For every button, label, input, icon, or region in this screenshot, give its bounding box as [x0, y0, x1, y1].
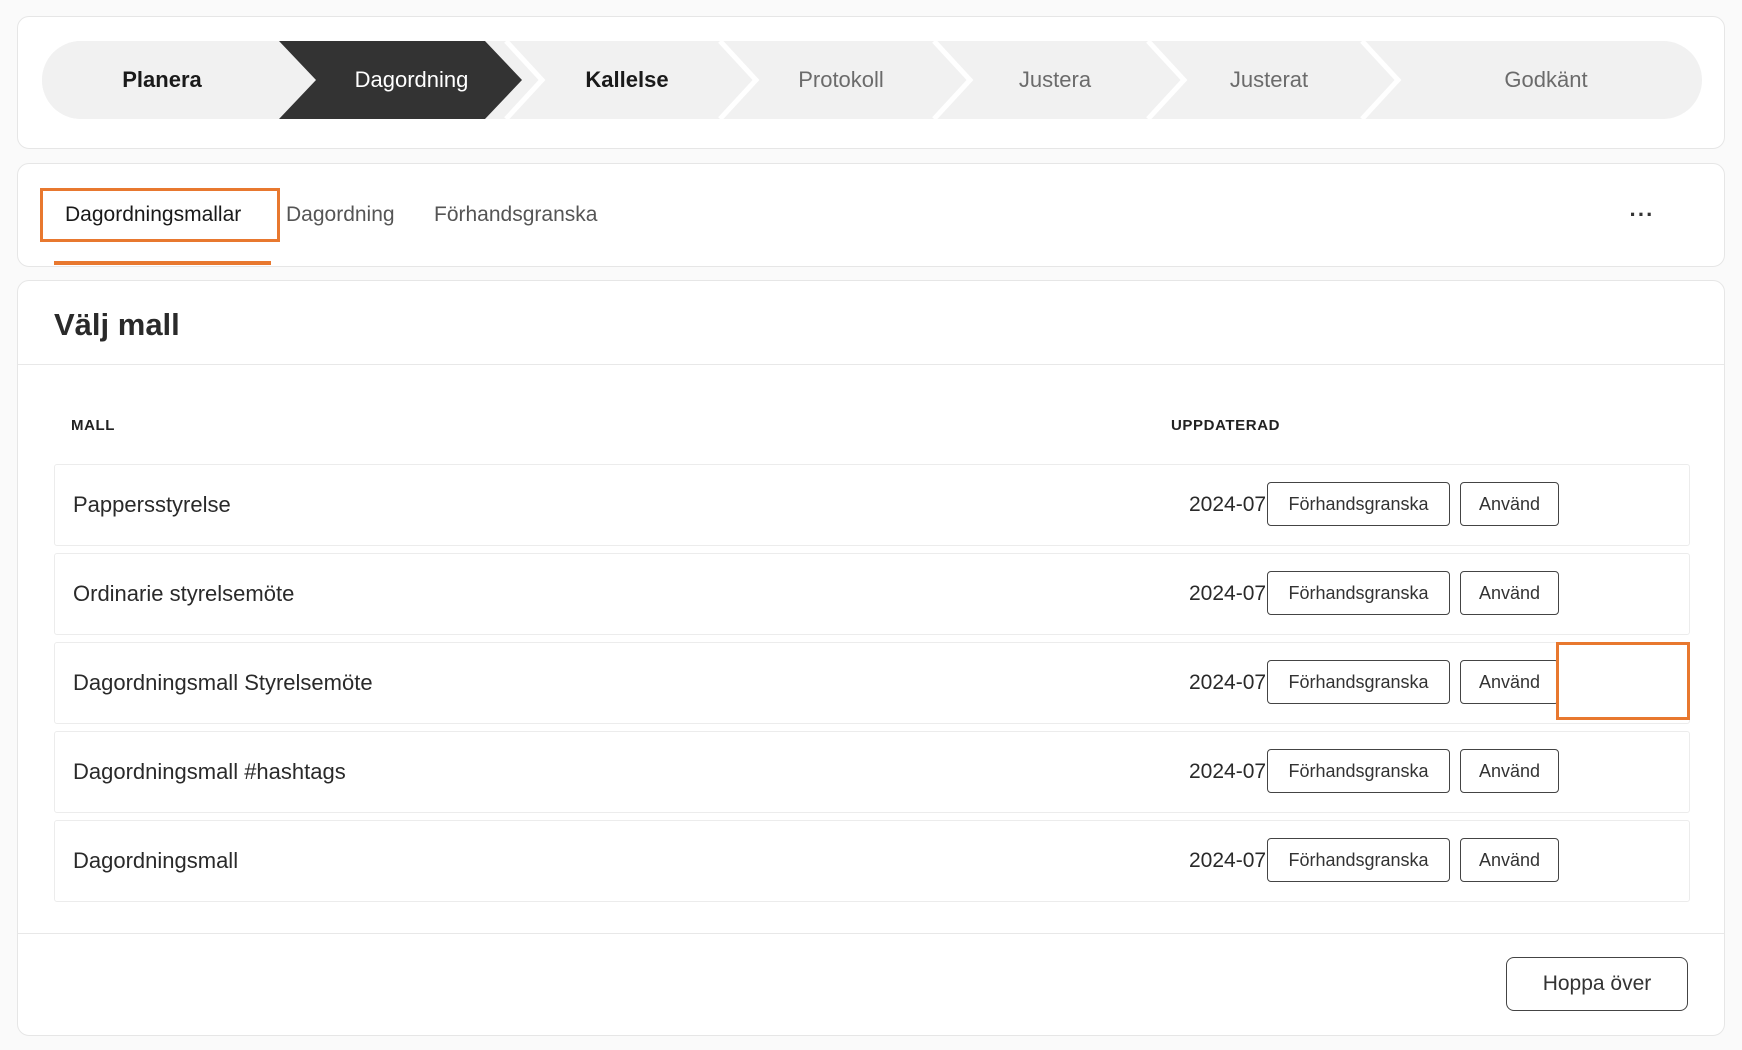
page-title: Välj mall	[54, 307, 180, 342]
agenda-tabs-card: Dagordningsmallar Dagordning Förhandsgra…	[17, 163, 1725, 267]
use-button[interactable]: Använd	[1460, 838, 1559, 882]
tab-dagordning[interactable]: Dagordning	[286, 188, 395, 242]
skip-button[interactable]: Hoppa över	[1506, 957, 1688, 1011]
preview-button[interactable]: Förhandsgranska	[1267, 749, 1450, 793]
tab-forhandsgranska[interactable]: Förhandsgranska	[434, 188, 597, 242]
column-header-uppdaterad: UPPDATERAD	[1171, 417, 1281, 434]
step-separator	[1146, 41, 1188, 119]
step-separator	[504, 41, 546, 119]
step-dagordning[interactable]: Dagordning	[279, 41, 522, 119]
step-label: Godkänt	[1504, 67, 1588, 92]
step-label: Justerat	[1229, 67, 1309, 92]
tab-dagordningsmallar[interactable]: Dagordningsmallar	[40, 188, 280, 242]
preview-button[interactable]: Förhandsgranska	[1267, 571, 1450, 615]
tab-label: Dagordning	[286, 203, 395, 226]
template-name: Pappersstyrelse	[73, 492, 231, 517]
template-name: Dagordningsmall #hashtags	[73, 759, 346, 784]
step-label: Planera	[122, 67, 202, 92]
step-planera[interactable]: Planera	[42, 41, 292, 119]
use-button[interactable]: Använd	[1460, 749, 1559, 793]
more-options-icon[interactable]: ···	[1624, 198, 1660, 232]
table-row: Dagordningsmall 2024-07-29 17:06 Förhand…	[54, 820, 1690, 902]
divider	[18, 933, 1724, 934]
table-row: Pappersstyrelse 2024-07-29 17:07 Förhand…	[54, 464, 1690, 546]
column-header-mall: MALL	[71, 417, 116, 434]
step-godkant[interactable]: Godkänt	[1350, 41, 1702, 119]
template-name: Ordinarie styrelsemöte	[73, 581, 295, 606]
preview-button[interactable]: Förhandsgranska	[1267, 660, 1450, 704]
tab-label: Dagordningsmallar	[65, 203, 242, 226]
tab-label: Förhandsgranska	[434, 203, 598, 226]
workflow-stepper-card: Planera Dagordning Kallelse Protokoll Ju…	[17, 16, 1725, 149]
workflow-stepper: Planera Dagordning Kallelse Protokoll Ju…	[42, 41, 1702, 119]
table-row: Ordinarie styrelsemöte 2024-07-02 13:08 …	[54, 553, 1690, 635]
table-row: Dagordningsmall #hashtags 2024-07-29 17:…	[54, 731, 1690, 813]
use-button[interactable]: Använd	[1460, 660, 1559, 704]
use-button[interactable]: Använd	[1460, 571, 1559, 615]
template-name: Dagordningsmall Styrelsemöte	[73, 670, 373, 695]
template-selection-card: Välj mall MALL UPPDATERAD Pappersstyrels…	[17, 280, 1725, 1036]
step-label: Protokoll	[798, 67, 884, 92]
template-name: Dagordningsmall	[73, 848, 239, 873]
step-label: Dagordning	[354, 67, 469, 92]
use-button[interactable]: Använd	[1460, 482, 1559, 526]
divider	[18, 364, 1724, 365]
step-label: Kallelse	[585, 67, 669, 92]
step-separator	[1360, 41, 1402, 119]
step-separator	[932, 41, 974, 119]
active-tab-indicator	[54, 261, 271, 265]
table-row: Dagordningsmall Styrelsemöte 2024-07-02 …	[54, 642, 1690, 724]
step-separator	[718, 41, 760, 119]
step-label: Justera	[1018, 67, 1092, 92]
preview-button[interactable]: Förhandsgranska	[1267, 838, 1450, 882]
preview-button[interactable]: Förhandsgranska	[1267, 482, 1450, 526]
